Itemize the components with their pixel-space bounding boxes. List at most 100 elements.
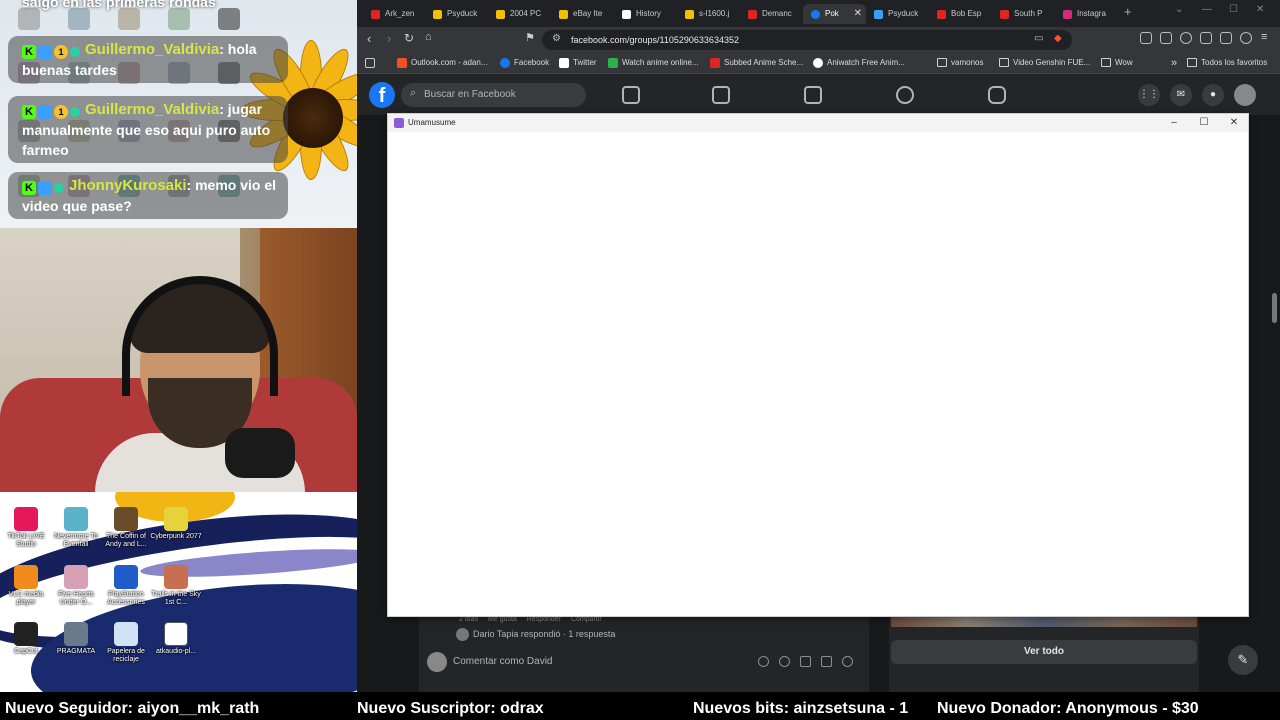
reply-link[interactable]: Responder: [527, 616, 561, 623]
bookmark-item[interactable]: Outlook.com - adan...: [397, 52, 487, 74]
emoji-icon[interactable]: [779, 656, 790, 667]
menu-grid-icon[interactable]: ⋮⋮: [1138, 84, 1160, 106]
browser-tab[interactable]: Ark_zen: [363, 4, 425, 24]
back-button[interactable]: ‹: [367, 31, 371, 46]
desktop-icon[interactable]: Cyberpunk 2077: [150, 507, 202, 541]
youtube-icon: [937, 10, 946, 19]
music-icon[interactable]: [1180, 32, 1192, 44]
desktop-icon[interactable]: CapCut: [0, 622, 52, 656]
desktop-icon[interactable]: The Coffin of Andy and L...: [100, 507, 152, 549]
bookmark-item[interactable]: Watch anime online...: [608, 52, 699, 74]
bookmark-folder[interactable]: vamonos: [937, 52, 983, 74]
avatar[interactable]: [1234, 84, 1256, 106]
browser-tab[interactable]: eBay Ite: [551, 4, 614, 24]
browser-tab[interactable]: Psyduck: [866, 4, 929, 24]
site-icon: [433, 10, 442, 19]
desktop-icon[interactable]: Five Hearts Under O...: [50, 565, 102, 607]
window-titlebar[interactable]: Umamusume – ☐ ✕: [388, 114, 1248, 132]
bookmark-folder[interactable]: Todos los favoritos: [1187, 52, 1267, 74]
replies-link[interactable]: Dario Tapia respondió · 1 respuesta: [456, 628, 615, 641]
browser-tab[interactable]: South P: [992, 4, 1055, 24]
desktop-icon[interactable]: PlayStation Accessories: [100, 565, 152, 607]
browser-tab[interactable]: Bob Esp: [929, 4, 992, 24]
home-button[interactable]: ⌂: [425, 31, 432, 43]
reload-button[interactable]: ↻: [404, 31, 414, 45]
browser-tab[interactable]: Demanc: [740, 4, 803, 24]
donation-alert: Nuevo Donador: Anonymous - $30: [937, 700, 1199, 717]
groups-icon[interactable]: [896, 86, 914, 104]
chevron-down-icon[interactable]: ⌄: [1175, 4, 1183, 15]
close-button[interactable]: ✕: [1219, 114, 1249, 132]
leo-icon[interactable]: [1220, 32, 1232, 44]
like-link[interactable]: Me gusta: [488, 616, 517, 623]
capcut-icon: [14, 622, 38, 646]
extension-icon[interactable]: [1160, 32, 1172, 44]
app-icon: [394, 118, 404, 128]
desktop-icon[interactable]: Nevermore To Evenfall: [50, 507, 102, 549]
share-link[interactable]: Compartir: [571, 616, 602, 623]
gif-icon[interactable]: [821, 656, 832, 667]
messenger-icon[interactable]: ✉: [1170, 84, 1192, 106]
menu-icon[interactable]: ≡: [1261, 31, 1267, 43]
bookmark-item[interactable]: Facebook: [500, 52, 549, 74]
cast-icon[interactable]: ▭: [1034, 33, 1043, 44]
close-window-button[interactable]: ✕: [1256, 4, 1264, 15]
desktop-icon[interactable]: PRAGMATA: [50, 622, 102, 656]
bookmark-item[interactable]: Subbed Anime Sche...: [710, 52, 803, 74]
game-icon: [64, 565, 88, 589]
subscriber-alert: Nuevo Suscriptor: odrax: [357, 700, 544, 717]
notifications-icon[interactable]: ●: [1202, 84, 1224, 106]
extension-icon[interactable]: [1140, 32, 1152, 44]
address-bar[interactable]: ⚙ facebook.com/groups/1105290633634352 ▭…: [542, 30, 1072, 50]
browser-tab-active[interactable]: Pok ✕: [803, 4, 866, 24]
window-title: Umamusume: [408, 118, 456, 127]
aniwatch-icon: [813, 58, 823, 68]
follower-alert: Nuevo Seguidor: aiyon__mk_rath: [5, 700, 260, 717]
sticker-icon[interactable]: [758, 656, 769, 667]
chevron-right-icon[interactable]: »: [1157, 52, 1177, 74]
comment-input[interactable]: Comentar como David: [427, 650, 867, 674]
scrollbar[interactable]: [1272, 293, 1277, 323]
browser-tab[interactable]: History: [614, 4, 677, 24]
close-tab-icon[interactable]: ✕: [854, 4, 862, 24]
desktop-icon[interactable]: atkaudio-pl...: [150, 622, 202, 656]
video-icon[interactable]: [712, 86, 730, 104]
bookmark-item[interactable]: Twitter: [559, 52, 597, 74]
see-all-button[interactable]: Ver todo: [891, 640, 1197, 664]
bookmark-item[interactable]: Aniwatch Free Anim...: [813, 52, 905, 74]
brave-shield-icon[interactable]: ◆: [1054, 33, 1062, 44]
avatar-sticker-icon[interactable]: [842, 656, 853, 667]
gaming-icon[interactable]: [988, 86, 1006, 104]
home-icon[interactable]: [622, 86, 640, 104]
screen: salgo en las primeras rondas K 1 Guillermo…: [0, 0, 1280, 720]
sidebar-icon[interactable]: [1200, 32, 1212, 44]
new-tab-button[interactable]: +: [1124, 4, 1132, 19]
facebook-logo[interactable]: f: [369, 82, 395, 108]
bookmark-folder[interactable]: Video Genshin FUE...: [999, 52, 1090, 74]
maximize-button[interactable]: ☐: [1229, 4, 1238, 15]
site-icon: [496, 10, 505, 19]
desktop-icon[interactable]: TikTok LIVE Studio: [0, 507, 52, 549]
comment-meta: 2 días Me gusta Responder Compartir: [459, 616, 602, 623]
marketplace-icon[interactable]: [804, 86, 822, 104]
camera-icon[interactable]: [800, 656, 811, 667]
desktop-icon[interactable]: Papelera de reciclaje: [100, 622, 152, 664]
post-comments: 2 días Me gusta Responder Compartir Dari…: [419, 610, 869, 692]
browser-tab[interactable]: Psyduck: [425, 4, 488, 24]
bookmark-folder[interactable]: Wow: [1101, 52, 1133, 74]
browser-tab[interactable]: s-l1600.j: [677, 4, 740, 24]
site-info-icon[interactable]: ⚙: [552, 33, 561, 44]
desktop-icon[interactable]: Trails in the Sky 1st C...: [150, 565, 202, 607]
bookmark-icon[interactable]: ⚑: [525, 31, 535, 44]
x-icon: [622, 10, 631, 19]
compose-icon[interactable]: ✎: [1228, 645, 1258, 675]
browser-tab[interactable]: Instagra: [1055, 4, 1118, 24]
maximize-button[interactable]: ☐: [1189, 114, 1219, 132]
forward-button[interactable]: ›: [387, 31, 391, 46]
minimize-button[interactable]: —: [1202, 4, 1212, 15]
browser-tab[interactable]: 2004 PC: [488, 4, 551, 24]
minimize-button[interactable]: –: [1159, 114, 1189, 132]
facebook-search[interactable]: ⌕ Buscar en Facebook: [401, 83, 586, 107]
wallet-icon[interactable]: [1240, 32, 1252, 44]
desktop-icon[interactable]: VLC media player: [0, 565, 52, 607]
